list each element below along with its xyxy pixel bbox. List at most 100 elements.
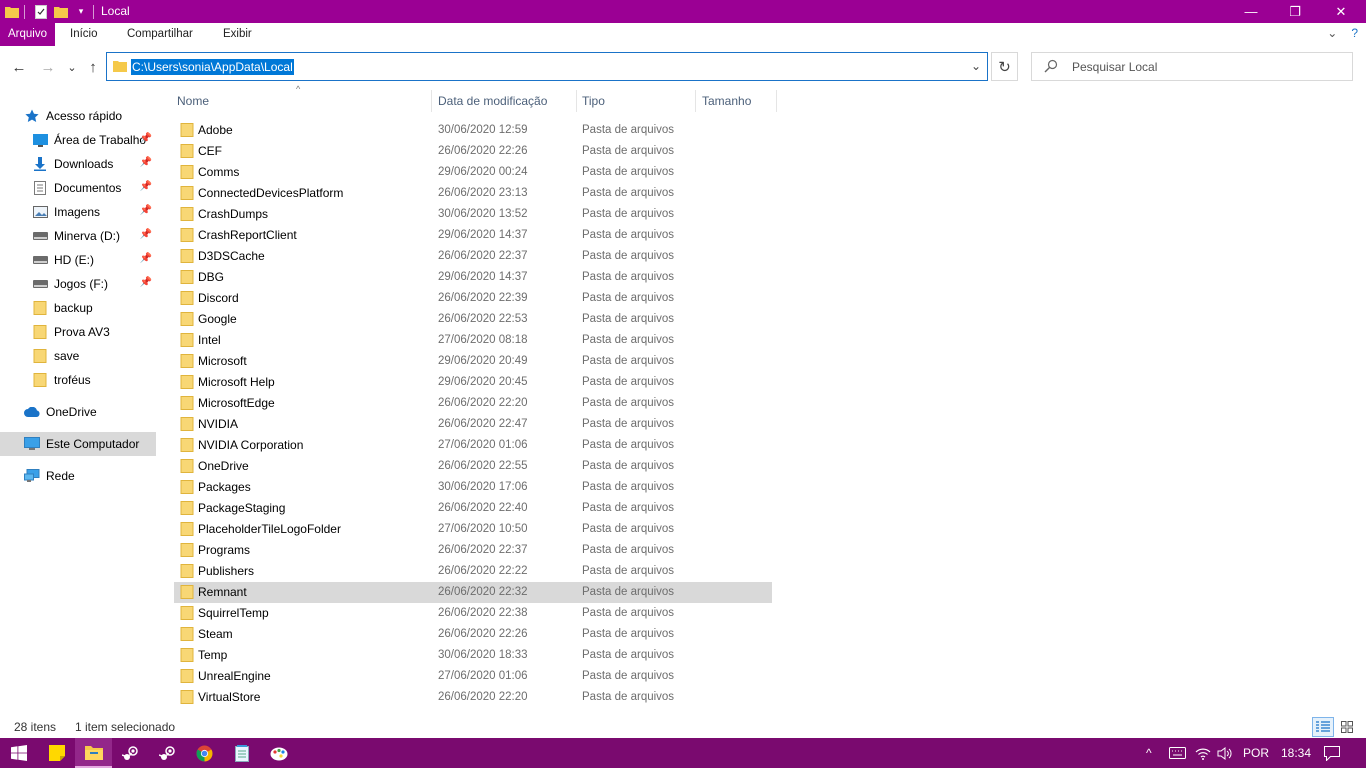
sidebar-item-area-de-trabalho[interactable]: Área de Trabalho 📌 [0,128,156,152]
address-path[interactable]: C:\Users\sonia\AppData\Local [131,59,294,75]
taskbar-chrome[interactable] [186,738,223,768]
file-row[interactable]: UnrealEngine 27/06/2020 01:06 Pasta de arq… [174,666,772,687]
file-row[interactable]: ConnectedDevicesPlatform 26/06/2020 23:13… [174,183,772,204]
details-view-button[interactable] [1312,717,1334,737]
minimize-button[interactable]: — [1228,0,1274,23]
sidebar-item-rede[interactable]: Rede [0,464,156,488]
sidebar-item-documentos[interactable]: Documentos 📌 [0,176,156,200]
customize-toolbar-icon[interactable]: ▾ [73,4,89,20]
file-row[interactable]: Packages 30/06/2020 17:06 Pasta de arquivo… [174,477,772,498]
file-type: Pasta de arquivos [582,313,675,325]
file-row[interactable]: NVIDIA 26/06/2020 22:47 Pasta de arquivos [174,414,772,435]
sidebar-item-acesso-rapido[interactable]: Acesso rápido [0,104,156,128]
folder-icon [180,375,194,392]
file-type: Pasta de arquivos [582,187,675,199]
column-header-type[interactable]: Tipo [577,88,694,114]
folder-icon [180,207,194,224]
taskbar-file-explorer[interactable] [75,738,112,768]
file-row[interactable]: Temp 30/06/2020 18:33 Pasta de arquivos [174,645,772,666]
file-type: Pasta de arquivos [582,691,675,703]
search-input[interactable] [1072,58,1342,76]
file-row[interactable]: Intel 27/06/2020 08:18 Pasta de arquivos [174,330,772,351]
file-row[interactable]: Programs 26/06/2020 22:37 Pasta de arquivo… [174,540,772,561]
tab-compartilhar[interactable]: Compartilhar [119,23,201,46]
file-row[interactable]: Microsoft Help 29/06/2020 20:45 Pasta de a… [174,372,772,393]
file-row[interactable]: DBG 29/06/2020 14:37 Pasta de arquivos [174,267,772,288]
column-header-name[interactable]: Nome [172,88,430,114]
taskbar-paint[interactable] [260,738,297,768]
folder-icon [180,186,194,203]
file-row[interactable]: CrashDumps 30/06/2020 13:52 Pasta de arqui… [174,204,772,225]
file-row[interactable]: Remnant 26/06/2020 22:32 Pasta de arquivos [174,582,772,603]
sidebar-item-minerva[interactable]: Minerva (D:) 📌 [0,224,156,248]
restore-button[interactable]: ❐ [1272,0,1318,23]
file-row[interactable]: Google 26/06/2020 22:53 Pasta de arquivos [174,309,772,330]
expand-ribbon-icon[interactable]: ⌄ [1327,26,1337,40]
sidebar-item-trofeus[interactable]: troféus [0,368,156,392]
file-row[interactable]: NVIDIA Corporation 27/06/2020 01:06 Pasta … [174,435,772,456]
file-row[interactable]: PlaceholderTileLogoFolder 27/06/2020 10:5… [174,519,772,540]
properties-icon[interactable] [33,4,49,20]
file-row[interactable]: OneDrive 26/06/2020 22:55 Pasta de arquivo… [174,456,772,477]
tray-keyboard-icon[interactable] [1169,738,1186,768]
up-button[interactable]: ↑ [82,56,104,78]
file-row[interactable]: Comms 29/06/2020 00:24 Pasta de arquivos [174,162,772,183]
file-type: Pasta de arquivos [582,607,675,619]
file-row[interactable]: Discord 26/06/2020 22:39 Pasta de arquivos [174,288,772,309]
address-bar[interactable]: C:\Users\sonia\AppData\Local ⌄ [106,52,988,81]
file-date: 26/06/2020 22:26 [438,145,528,157]
file-row[interactable]: CEF 26/06/2020 22:26 Pasta de arquivos [174,141,772,162]
back-button[interactable]: ← [8,56,30,78]
taskbar-sticky-notes[interactable] [38,738,75,768]
sidebar-item-backup[interactable]: backup [0,296,156,320]
title-bar: ▾ Local — ❐ ✕ [0,0,1366,23]
file-row[interactable]: CrashReportClient 29/06/2020 14:37 Pasta d… [174,225,772,246]
recent-locations-button[interactable]: ⌄ [61,56,83,78]
sidebar-item-save[interactable]: save [0,344,156,368]
large-icons-view-button[interactable] [1336,717,1358,737]
file-row[interactable]: Microsoft 29/06/2020 20:49 Pasta de arquiv… [174,351,772,372]
tab-exibir[interactable]: Exibir [215,23,260,46]
tab-inicio[interactable]: Início [62,23,106,46]
folder-icon [180,501,194,518]
folder-icon [4,4,20,20]
start-button[interactable] [0,738,37,768]
taskbar-steam[interactable] [112,738,149,768]
tray-volume-icon[interactable] [1217,738,1233,768]
close-button[interactable]: ✕ [1318,0,1364,23]
new-folder-icon[interactable] [53,4,69,20]
forward-button[interactable]: → [37,56,59,78]
file-row[interactable]: D3DSCache 26/06/2020 22:37 Pasta de arquiv… [174,246,772,267]
file-row[interactable]: SquirrelTemp 26/06/2020 22:38 Pasta de arq… [174,603,772,624]
sidebar-item-imagens[interactable]: Imagens 📌 [0,200,156,224]
help-icon[interactable]: ? [1351,26,1358,40]
file-row[interactable]: VirtualStore 26/06/2020 22:20 Pasta de arq… [174,687,772,708]
tray-overflow-button[interactable]: ^ [1146,738,1152,768]
notification-center-icon[interactable] [1324,738,1340,768]
file-type: Pasta de arquivos [582,208,675,220]
taskbar-steam-2[interactable] [149,738,186,768]
tray-language[interactable]: POR [1243,738,1269,768]
tray-clock[interactable]: 18:34 [1281,738,1311,768]
sidebar-item-downloads[interactable]: Downloads 📌 [0,152,156,176]
file-row[interactable]: MicrosoftEdge 26/06/2020 22:20 Pasta de ar… [174,393,772,414]
address-dropdown-icon[interactable]: ⌄ [971,59,981,73]
file-row[interactable]: PackageStaging 26/06/2020 22:40 Pasta de a… [174,498,772,519]
taskbar-notepad[interactable] [223,738,260,768]
refresh-button[interactable]: ↻ [991,52,1018,81]
file-row[interactable]: Adobe 30/06/2020 12:59 Pasta de arquivos [174,120,772,141]
column-header-date[interactable]: Data de modificação [433,88,575,114]
sidebar-item-hd[interactable]: HD (E:) 📌 [0,248,156,272]
sidebar-item-este-computador[interactable]: Este Computador [0,432,156,456]
tab-arquivo[interactable]: Arquivo [0,23,55,46]
sidebar-item-onedrive[interactable]: OneDrive [0,400,156,424]
search-box[interactable] [1031,52,1353,81]
file-row[interactable]: Publishers 26/06/2020 22:22 Pasta de arqui… [174,561,772,582]
sidebar-item-prova-av3[interactable]: Prova AV3 [0,320,156,344]
folder-icon [180,354,194,371]
sidebar-item-jogos[interactable]: Jogos (F:) 📌 [0,272,156,296]
tray-wifi-icon[interactable] [1195,738,1211,768]
column-header-size[interactable]: Tamanho [697,88,775,114]
sidebar-item-label: Jogos (F:) [54,277,109,291]
file-row[interactable]: Steam 26/06/2020 22:26 Pasta de arquivos [174,624,772,645]
